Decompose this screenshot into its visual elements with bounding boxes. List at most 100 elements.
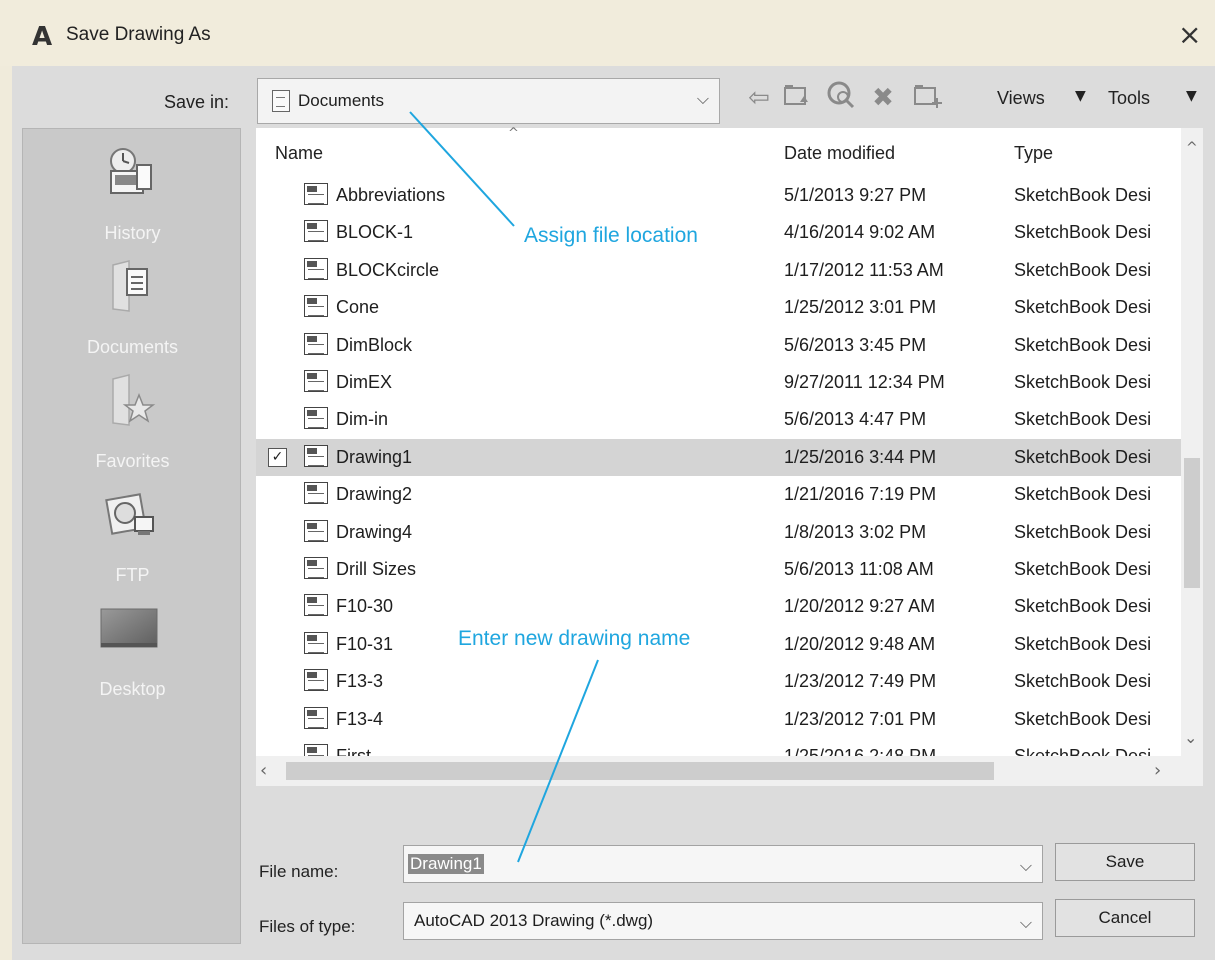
date-modified-cell: 4/16/2014 9:02 AM (784, 222, 936, 243)
table-row[interactable]: F13-4 1/23/2012 7:01 PM SketchBook Desi (256, 701, 1181, 738)
title-bar: A Save Drawing As × (0, 0, 1215, 66)
file-type-cell: SketchBook Desi (1014, 446, 1152, 467)
column-header-type[interactable]: Type (1014, 143, 1053, 164)
date-modified-cell: 1/8/2013 3:02 PM (784, 521, 927, 542)
drawing-file-icon (304, 183, 328, 205)
place-label: Desktop (99, 679, 166, 699)
scroll-up-icon[interactable]: ^ (1186, 140, 1198, 156)
close-icon[interactable]: × (1178, 18, 1201, 51)
favorites-icon (103, 373, 159, 429)
place-desktop[interactable]: Desktop (23, 605, 242, 715)
delete-icon[interactable]: ✖ (868, 80, 898, 116)
drawing-file-icon (304, 557, 328, 579)
column-header-date[interactable]: Date modified (784, 143, 895, 164)
table-row[interactable]: F10-31 1/20/2012 9:48 AM SketchBook Desi (256, 626, 1181, 663)
file-type-cell: SketchBook Desi (1014, 372, 1152, 392)
vertical-scroll-thumb[interactable] (1184, 458, 1200, 588)
views-dropdown-arrow-icon[interactable]: ▼ (1075, 88, 1086, 104)
drawing-file-icon (304, 407, 328, 430)
save-drawing-dialog: A Save Drawing As × Save in: Documents ⌵… (0, 0, 1215, 960)
file-type-cell: SketchBook Desi (1014, 596, 1152, 617)
place-ftp[interactable]: FTP (23, 487, 242, 597)
place-label: Documents (86, 337, 179, 357)
chevron-down-icon[interactable]: ⌵ (1020, 856, 1032, 876)
callout-assign-location: Assign file location (524, 224, 698, 247)
drawing-file-icon (304, 519, 328, 542)
save-in-dropdown[interactable]: Documents ⌵ (257, 78, 720, 124)
search-web-icon[interactable] (826, 80, 856, 116)
date-modified-cell: 9/27/2011 12:34 PM (784, 372, 945, 392)
file-name-cell: Cone (336, 297, 380, 318)
drawing-file-icon (304, 332, 328, 355)
file-type-cell: SketchBook Desi (1014, 633, 1152, 654)
views-menu[interactable]: Views (997, 88, 1045, 109)
file-name-cell: Drawing4 (336, 521, 413, 542)
up-folder-icon[interactable] (782, 80, 812, 116)
file-type-cell: SketchBook Desi (1014, 671, 1152, 692)
new-folder-icon[interactable] (912, 80, 942, 116)
file-type-cell: SketchBook Desi (1014, 297, 1152, 318)
date-modified-cell: 5/1/2013 9:27 PM (784, 185, 927, 205)
cancel-button[interactable]: Cancel (1055, 899, 1195, 937)
date-modified-cell: 1/25/2012 3:01 PM (784, 297, 937, 318)
table-row[interactable]: BLOCK-1 4/16/2014 9:02 AM SketchBook Desi (256, 214, 1181, 251)
table-row[interactable]: Drawing2 1/21/2016 7:19 PM SketchBook Desi (256, 476, 1181, 513)
table-row[interactable]: DimBlock 5/6/2013 3:45 PM SketchBook Desi (256, 327, 1181, 364)
file-type-cell: SketchBook Desi (1014, 222, 1152, 243)
table-row[interactable]: Abbreviations 5/1/2013 9:27 PM SketchBook … (256, 177, 1181, 214)
place-favorites[interactable]: Favorites (23, 373, 242, 483)
scroll-left-icon[interactable]: ‹ (260, 760, 267, 781)
place-label: FTP (115, 565, 150, 585)
drawing-file-icon (304, 706, 328, 729)
scroll-right-icon[interactable]: › (1154, 760, 1161, 781)
table-row[interactable]: Drill Sizes 5/6/2013 11:08 AM SketchBook D… (256, 551, 1181, 588)
date-modified-cell: 5/6/2013 3:45 PM (784, 334, 927, 355)
save-button[interactable]: Save (1055, 843, 1195, 881)
file-name-cell: Drawing2 (336, 484, 413, 505)
table-row[interactable]: F10-30 1/20/2012 9:27 AM SketchBook Desi (256, 588, 1181, 625)
chevron-down-icon[interactable]: ⌵ (1020, 913, 1032, 933)
back-icon[interactable]: ⇦ (744, 80, 774, 116)
chevron-down-icon[interactable]: ⌵ (697, 89, 709, 109)
column-header-name[interactable]: Name (275, 143, 323, 164)
save-in-value: Documents (298, 91, 384, 110)
tools-menu[interactable]: Tools (1108, 88, 1150, 109)
file-type-cell: SketchBook Desi (1014, 708, 1152, 729)
file-name-cell: BLOCK-1 (336, 222, 414, 243)
table-row[interactable]: F13-3 1/23/2012 7:49 PM SketchBook Desi (256, 663, 1181, 700)
place-label: History (104, 223, 161, 243)
drawing-file-icon (304, 370, 328, 392)
drawing-file-icon (304, 482, 328, 505)
file-name-cell: F13-3 (336, 671, 384, 692)
place-documents[interactable]: Documents (23, 259, 242, 369)
table-row[interactable]: ✓ Drawing1 1/25/2016 3:44 PM SketchBook Des… (256, 438, 1181, 476)
drawing-file-icon (304, 631, 328, 654)
drawing-file-icon (304, 444, 328, 467)
tools-dropdown-arrow-icon[interactable]: ▼ (1186, 88, 1197, 104)
table-row[interactable]: BLOCKcircle 1/17/2012 11:53 AM SketchBook … (256, 252, 1181, 289)
drawing-file-icon (304, 257, 328, 280)
horizontal-scrollbar[interactable]: ‹ › (256, 756, 1203, 786)
table-row[interactable]: Drawing4 1/8/2013 3:02 PM SketchBook Desi (256, 514, 1181, 551)
date-modified-cell: 5/6/2013 11:08 AM (784, 559, 934, 579)
date-modified-cell: 1/20/2012 9:48 AM (784, 633, 936, 654)
table-row[interactable]: DimEX 9/27/2011 12:34 PM SketchBook Desi (256, 364, 1181, 401)
file-type-cell: SketchBook Desi (1014, 409, 1152, 430)
horizontal-scroll-thumb[interactable] (286, 762, 994, 780)
scroll-down-icon[interactable]: ⌄ (1184, 728, 1197, 747)
date-modified-cell: 1/17/2012 11:53 AM (784, 259, 944, 280)
table-row[interactable]: Cone 1/25/2012 3:01 PM SketchBook Desi (256, 289, 1181, 326)
history-icon (103, 145, 159, 201)
file-name-cell: F10-30 (336, 596, 394, 617)
file-type-dropdown[interactable]: AutoCAD 2013 Drawing (*.dwg) ⌵ (403, 902, 1043, 940)
place-history[interactable]: History (23, 145, 242, 255)
file-type-cell: SketchBook Desi (1014, 334, 1152, 355)
documents-icon (103, 259, 159, 315)
table-row[interactable]: Dim-in 5/6/2013 4:47 PM SketchBook Desi (256, 401, 1181, 438)
vertical-scrollbar[interactable]: ^ ⌄ (1181, 128, 1203, 756)
file-name-input[interactable]: Drawing1 ⌵ (403, 845, 1043, 883)
date-modified-cell: 1/23/2012 7:01 PM (784, 708, 937, 729)
file-name-label: File name: (259, 862, 339, 881)
file-name-cell: Dim-in (336, 409, 388, 430)
row-checkbox[interactable]: ✓ (268, 447, 287, 467)
